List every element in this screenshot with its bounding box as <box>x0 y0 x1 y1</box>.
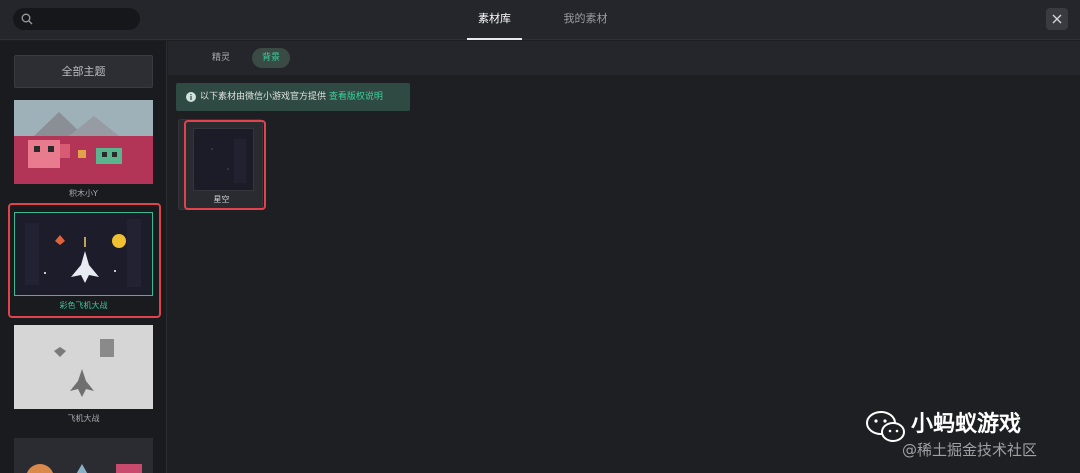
plane-war-gray-scene-image <box>14 325 153 409</box>
theme-card-shapes[interactable] <box>14 438 153 473</box>
notice-text-wrap: 以下素材由微信小游戏官方提供 查看版权说明 <box>200 83 383 111</box>
info-icon <box>186 92 196 102</box>
selected-asset-highlight <box>184 120 266 210</box>
theme-label: 积木小Y <box>69 189 98 198</box>
tab-backgrounds[interactable]: 背景 <box>252 48 291 68</box>
copyright-notice: 以下素材由微信小游戏官方提供 查看版权说明 <box>176 83 410 111</box>
close-icon <box>1052 14 1062 24</box>
theme-sidebar: 全部主题 积木小Y 彩色飞机大战 飞机大战 <box>0 41 167 473</box>
tab-sprites[interactable]: 精灵 <box>202 48 240 68</box>
notice-text: 以下素材由微信小游戏官方提供 <box>200 92 327 102</box>
theme-card-blocks[interactable]: 积木小Y <box>14 100 153 204</box>
close-button[interactable] <box>1046 8 1068 30</box>
top-bar: 素材库 我的素材 <box>0 0 1080 40</box>
copyright-link[interactable]: 查看版权说明 <box>329 92 383 102</box>
tab-my-assets[interactable]: 我的素材 <box>558 0 613 40</box>
shapes-scene-image <box>14 438 153 473</box>
watermark: 小蚂蚁游戏 @稀土掘金技术社区 <box>866 406 1076 466</box>
search-icon <box>21 13 33 25</box>
search-input[interactable] <box>13 8 140 30</box>
blocks-scene-image <box>14 100 153 184</box>
theme-thumbnail <box>14 100 153 184</box>
all-themes-button[interactable]: 全部主题 <box>14 55 153 88</box>
theme-card-plane-war[interactable]: 飞机大战 <box>14 325 153 429</box>
theme-thumbnail <box>14 438 153 473</box>
theme-label: 飞机大战 <box>67 414 100 423</box>
wechat-icon <box>866 411 905 442</box>
tab-asset-library[interactable]: 素材库 <box>467 0 522 40</box>
theme-thumbnail <box>14 325 153 409</box>
selected-theme-highlight <box>8 203 161 318</box>
watermark-title: 小蚂蚁游戏 <box>911 412 1022 437</box>
watermark-subtitle: @稀土掘金技术社区 <box>902 441 1038 459</box>
category-subtabs: 精灵 背景 <box>168 41 1080 75</box>
